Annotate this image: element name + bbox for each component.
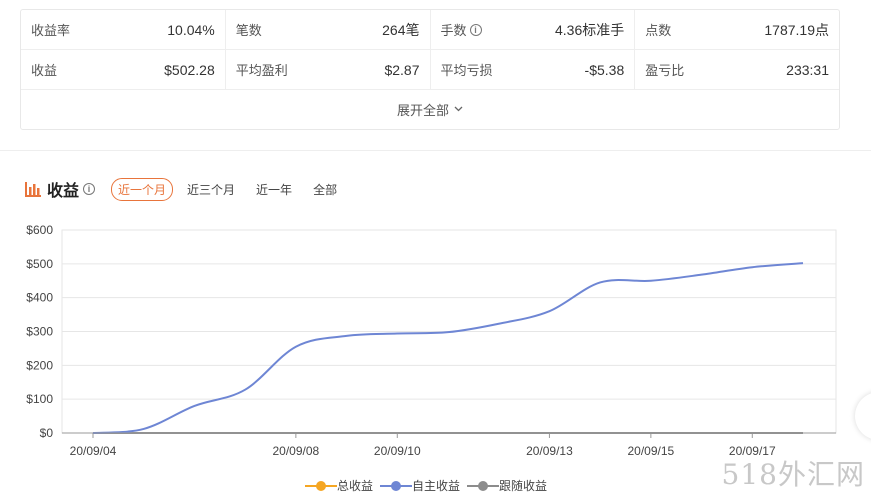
info-icon[interactable]: i bbox=[83, 183, 96, 195]
tab-three-months[interactable]: 近三个月 bbox=[180, 178, 242, 201]
stat-label-lots: 手数 bbox=[440, 23, 467, 38]
y-tick-label: $200 bbox=[26, 358, 53, 372]
y-tick-label: $500 bbox=[26, 257, 53, 271]
y-tick-label: $300 bbox=[26, 325, 53, 339]
stats-panel: 收益率 10.04% 笔数 264笔 手数 i 4.36标准手 点数 1787.… bbox=[20, 9, 840, 130]
stats-row-1: 收益率 10.04% 笔数 264笔 手数 i 4.36标准手 点数 1787.… bbox=[21, 10, 839, 50]
watermark: 518外汇网 bbox=[721, 458, 865, 491]
stat-value-avg-gain: $2.87 bbox=[384, 61, 420, 78]
section-divider bbox=[0, 150, 871, 151]
expand-all-label: 展开全部 bbox=[396, 103, 449, 118]
stat-value-return-rate: 10.04% bbox=[167, 21, 215, 38]
legend-swatch-dot bbox=[316, 481, 326, 491]
stat-cell: 笔数 264笔 bbox=[226, 10, 431, 49]
x-tick-label: 20/09/04 bbox=[70, 444, 117, 458]
stat-value-lots: 4.36标准手 bbox=[555, 21, 625, 38]
stats-row-2: 收益 $502.28 平均盈利 $2.87 平均亏损 -$5.38 盈亏比 23… bbox=[21, 50, 839, 90]
legend-swatch-dot bbox=[478, 481, 488, 491]
stat-cell: 点数 1787.19点 bbox=[635, 10, 839, 49]
x-tick-label: 20/09/08 bbox=[272, 444, 319, 458]
expand-all-button[interactable]: 展开全部 bbox=[21, 90, 839, 129]
legend-swatch-dot bbox=[391, 481, 401, 491]
chart-title: 收益 bbox=[47, 183, 80, 200]
stat-value-avg-loss: -$5.38 bbox=[584, 61, 625, 78]
tab-one-year[interactable]: 近一年 bbox=[249, 178, 299, 201]
x-tick-label: 20/09/15 bbox=[627, 444, 674, 458]
legend-label: 跟随收益 bbox=[499, 478, 547, 493]
stat-label-points: 点数 bbox=[645, 23, 672, 38]
y-tick-label: $600 bbox=[26, 223, 53, 237]
stat-label-trades: 笔数 bbox=[235, 23, 262, 38]
series-line-1 bbox=[92, 262, 804, 434]
stat-label-lots-wrap: 手数 i bbox=[441, 20, 482, 39]
tab-one-month[interactable]: 近一个月 bbox=[111, 177, 174, 201]
stat-value-trades: 264笔 bbox=[382, 21, 420, 38]
legend-label: 自主收益 bbox=[412, 479, 460, 493]
stat-cell: 手数 i 4.36标准手 bbox=[431, 10, 636, 49]
y-tick-label: $0 bbox=[40, 426, 54, 440]
chart-header: 收益 i 近一个月 近三个月 近一年 全部 bbox=[24, 177, 351, 201]
y-tick-label: $100 bbox=[26, 392, 53, 406]
bar-chart-icon bbox=[25, 181, 41, 197]
stat-cell: 平均盈利 $2.87 bbox=[226, 50, 431, 89]
stat-label-pl-ratio: 盈亏比 bbox=[645, 63, 685, 78]
chevron-down-icon bbox=[454, 104, 463, 115]
stat-value-pl-ratio: 233:31 bbox=[786, 61, 829, 78]
stat-label-return-rate: 收益率 bbox=[31, 23, 71, 38]
x-tick-label: 20/09/10 bbox=[374, 444, 421, 458]
x-tick-label: 20/09/13 bbox=[526, 444, 573, 458]
stat-cell: 盈亏比 233:31 bbox=[635, 50, 839, 89]
stat-label-avg-loss: 平均亏损 bbox=[440, 63, 493, 78]
stat-label-avg-gain: 平均盈利 bbox=[235, 63, 288, 78]
y-tick-label: $400 bbox=[26, 291, 53, 305]
stat-cell: 收益 $502.28 bbox=[21, 50, 226, 89]
stat-value-profit: $502.28 bbox=[164, 61, 215, 78]
tab-all[interactable]: 全部 bbox=[306, 178, 344, 201]
legend-label: 总收益 bbox=[337, 479, 373, 493]
stat-cell: 平均亏损 -$5.38 bbox=[431, 50, 636, 89]
stat-cell: 收益率 10.04% bbox=[21, 10, 226, 49]
stat-label-profit: 收益 bbox=[31, 63, 58, 78]
info-icon[interactable]: i bbox=[469, 23, 482, 36]
stat-value-points: 1787.19点 bbox=[764, 21, 829, 38]
range-tabs: 近一个月 近三个月 近一年 全部 bbox=[111, 177, 351, 201]
